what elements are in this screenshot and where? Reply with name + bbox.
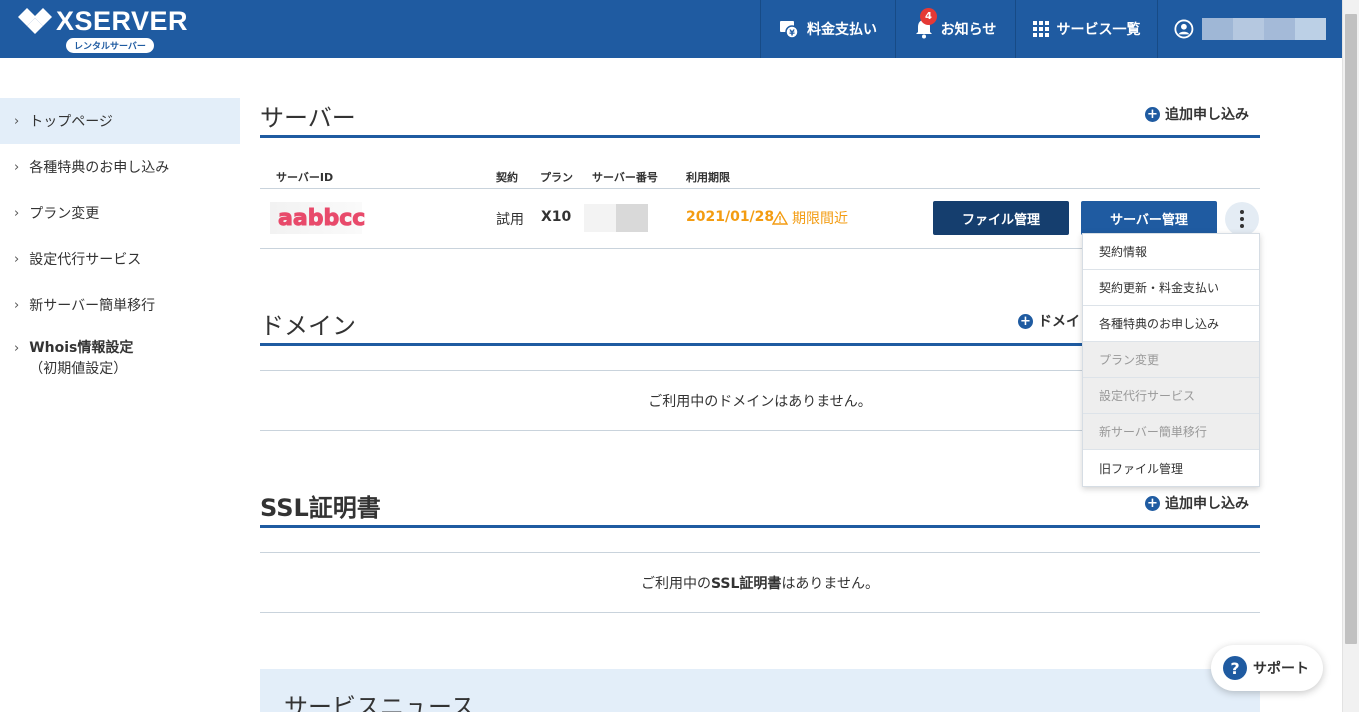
plus-circle-icon: + — [1145, 106, 1160, 122]
chevron-right-icon: › — [14, 159, 20, 175]
ssl-add-link[interactable]: + 追加申し込み — [1145, 493, 1249, 513]
domain-add-link[interactable]: + ドメイ — [1018, 311, 1080, 331]
sidebar-item-label: 各種特典のお申し込み — [29, 160, 170, 176]
chevron-right-icon: › — [14, 297, 20, 313]
sidebar-item-whois[interactable]: › Whois情報設定 （初期値設定） — [0, 328, 240, 388]
server-add-label: 追加申し込み — [1165, 107, 1249, 123]
col-header-server-id: サーバーID — [276, 171, 334, 184]
question-circle-icon: ? — [1223, 656, 1247, 680]
dropdown-item-setup-service: 設定代行サービス — [1083, 378, 1259, 414]
nav-services-label: サービス一覧 — [1056, 22, 1141, 38]
sidebar-item-top-page[interactable]: › トップページ — [0, 98, 240, 144]
user-icon — [1174, 19, 1194, 39]
file-manager-button[interactable]: ファイル管理 — [933, 201, 1069, 235]
server-id-value: aabbcc — [270, 202, 366, 234]
dropdown-item-contract-info[interactable]: 契約情報 — [1083, 234, 1259, 270]
service-news-title: サービスニュース — [284, 693, 475, 712]
server-options-dropdown: 契約情報 契約更新・料金支払い 各種特典のお申し込み プラン変更 設定代行サービ… — [1082, 233, 1260, 487]
table-header-divider — [260, 188, 1260, 189]
news-count-badge: 4 — [920, 8, 937, 25]
dropdown-item-plan-change: プラン変更 — [1083, 342, 1259, 378]
nav-payment-label: 料金支払い — [807, 22, 877, 38]
contract-value: 試用 — [496, 212, 524, 228]
payment-icon: ¥ — [780, 21, 799, 39]
server-number-redacted — [584, 204, 648, 232]
svg-text:¥: ¥ — [789, 29, 795, 38]
dropdown-item-migration: 新サーバー簡単移行 — [1083, 414, 1259, 450]
col-header-plan: プラン — [540, 171, 573, 184]
chevron-right-icon: › — [14, 113, 20, 129]
sidebar-item-label: Whois情報設定 — [29, 340, 134, 356]
col-header-server-number: サーバー番号 — [592, 171, 658, 184]
domain-add-label: ドメイ — [1038, 314, 1080, 330]
sidebar-item-label: 新サーバー簡単移行 — [29, 298, 156, 314]
plan-value: X10 — [541, 209, 572, 225]
sidebar-item-setup-service[interactable]: › 設定代行サービス — [0, 236, 240, 282]
username-redacted — [1201, 18, 1326, 40]
header-nav: ¥ 料金支払い 4 お知らせ サービス一覧 — [760, 0, 1342, 58]
sidebar-item-label: 設定代行サービス — [29, 252, 142, 268]
server-manager-button[interactable]: サーバー管理 — [1081, 201, 1217, 235]
col-header-contract: 契約 — [496, 171, 518, 184]
more-options-icon[interactable] — [1225, 202, 1259, 236]
expiry-warning: 期限間近 — [772, 208, 848, 228]
sidebar-item-benefits[interactable]: › 各種特典のお申し込み — [0, 144, 240, 190]
dropdown-item-legacy-file-manager[interactable]: 旧ファイル管理 — [1083, 450, 1259, 486]
nav-user-account[interactable] — [1157, 0, 1342, 58]
sidebar-item-label: プラン変更 — [29, 206, 100, 222]
top-header: XSERVER レンタルサーバー ¥ 料金支払い 4 お知らせ サービス一覧 — [0, 0, 1342, 58]
logo-mark-icon — [18, 8, 52, 34]
dropdown-item-renew-payment[interactable]: 契約更新・料金支払い — [1083, 270, 1259, 306]
grid-icon — [1032, 21, 1049, 37]
dropdown-item-benefits[interactable]: 各種特典のお申し込み — [1083, 306, 1259, 342]
sidebar-item-migration[interactable]: › 新サーバー簡単移行 — [0, 282, 240, 328]
xserver-logo[interactable]: XSERVER レンタルサーバー — [18, 6, 198, 53]
service-news-panel: サービスニュース — [260, 669, 1260, 712]
sidebar-item-label: トップページ — [29, 114, 113, 130]
warning-icon — [772, 211, 788, 225]
chevron-right-icon: › — [14, 251, 20, 267]
nav-payment[interactable]: ¥ 料金支払い — [760, 0, 895, 58]
ssl-top-divider — [260, 552, 1260, 553]
nav-services[interactable]: サービス一覧 — [1015, 0, 1157, 58]
col-header-expiry: 利用期限 — [686, 171, 730, 184]
page-scrollbar[interactable] — [1342, 0, 1359, 712]
server-add-link[interactable]: + 追加申し込み — [1145, 104, 1249, 124]
server-section-rule — [260, 135, 1260, 138]
ssl-section-rule — [260, 525, 1260, 528]
scrollbar-thumb[interactable] — [1345, 14, 1357, 644]
support-label: サポート — [1253, 661, 1309, 677]
server-section-title: サーバー — [260, 104, 356, 132]
sidebar: › トップページ › 各種特典のお申し込み › プラン変更 › 設定代行サービス… — [0, 98, 240, 388]
ssl-add-label: 追加申し込み — [1165, 496, 1249, 512]
nav-news-label: お知らせ — [940, 22, 997, 38]
logo-text: XSERVER — [56, 6, 189, 36]
domain-section-title: ドメイン — [260, 312, 356, 340]
chevron-right-icon: › — [14, 341, 20, 356]
ssl-section-title: SSL証明書 — [260, 494, 381, 522]
expiry-date: 2021/01/28 — [686, 209, 775, 225]
plus-circle-icon: + — [1145, 495, 1160, 511]
chevron-right-icon: › — [14, 205, 20, 221]
ssl-empty-message: ご利用中のSSL証明書はありません。 — [640, 576, 880, 592]
plus-circle-icon: + — [1018, 313, 1033, 329]
sidebar-item-sublabel: （初期値設定） — [29, 361, 128, 377]
ssl-bottom-divider — [260, 612, 1260, 613]
nav-news[interactable]: 4 お知らせ — [895, 0, 1015, 58]
sidebar-item-plan-change[interactable]: › プラン変更 — [0, 190, 240, 236]
logo-subtitle: レンタルサーバー — [66, 38, 154, 53]
support-button[interactable]: ? サポート — [1211, 645, 1323, 691]
